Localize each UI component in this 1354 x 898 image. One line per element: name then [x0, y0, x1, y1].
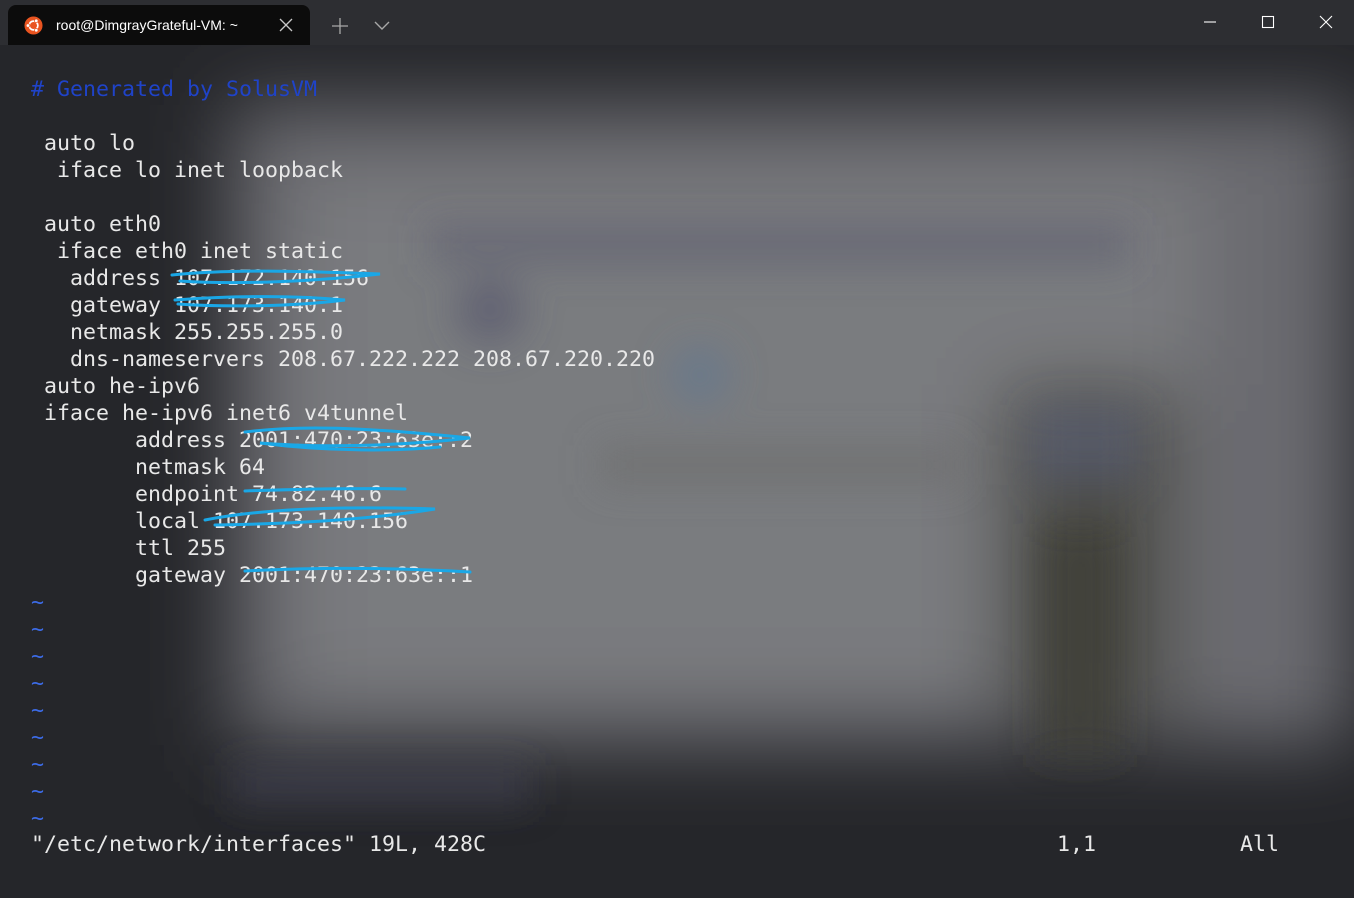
- close-window-button[interactable]: [1296, 0, 1354, 45]
- terminal-window: root@DimgrayGrateful-VM: ~ # Generated b…: [0, 0, 1354, 898]
- file-line: endpoint 74.82.46.6: [31, 482, 383, 507]
- file-line: iface he-ipv6 inet6 v4tunnel: [31, 401, 409, 426]
- scroll-position: All: [1240, 832, 1280, 857]
- empty-line-marker: ~: [31, 671, 45, 696]
- close-tab-icon[interactable]: [278, 17, 294, 33]
- file-line: ttl 255: [31, 536, 227, 561]
- ubuntu-logo-icon: [24, 16, 43, 35]
- file-line: auto lo: [31, 131, 136, 156]
- empty-line-marker: ~: [31, 644, 45, 669]
- empty-line-marker: ~: [31, 779, 45, 804]
- file-line: gateway 107.173.140.1: [31, 293, 344, 318]
- close-icon: [1319, 15, 1333, 29]
- file-line: iface lo inet loopback: [31, 158, 344, 183]
- file-content[interactable]: # Generated by SolusVM auto lo iface lo …: [31, 76, 655, 832]
- minimize-button[interactable]: [1180, 0, 1238, 45]
- empty-line-marker: ~: [31, 752, 45, 777]
- cursor-position: 1,1: [1057, 832, 1097, 857]
- empty-line-marker: ~: [31, 698, 45, 723]
- file-line: gateway 2001:470:23:63e::1: [31, 563, 474, 588]
- chevron-down-icon[interactable]: [368, 12, 396, 40]
- empty-line-marker: ~: [31, 590, 45, 615]
- file-line: local 107.173.140.156: [31, 509, 409, 534]
- maximize-icon: [1261, 15, 1275, 29]
- file-line: netmask 255.255.255.0: [31, 320, 344, 345]
- new-tab-plus-icon[interactable]: [326, 12, 354, 40]
- file-line: dns-nameservers 208.67.222.222 208.67.22…: [31, 347, 656, 372]
- file-line: auto eth0: [31, 212, 162, 237]
- status-file-info: "/etc/network/interfaces" 19L, 428C: [31, 832, 487, 857]
- file-line: auto he-ipv6: [31, 374, 201, 399]
- file-line: [31, 103, 655, 130]
- vim-status-line: "/etc/network/interfaces" 19L, 428C 1,1 …: [31, 831, 1291, 858]
- title-bar: root@DimgrayGrateful-VM: ~: [0, 0, 1354, 45]
- empty-line-marker: ~: [31, 725, 45, 750]
- empty-line-marker: ~: [31, 617, 45, 642]
- empty-line-marker: ~: [31, 806, 45, 831]
- minimize-icon: [1204, 21, 1216, 23]
- file-line: iface eth0 inet static: [31, 239, 344, 264]
- tab-title: root@DimgrayGrateful-VM: ~: [56, 17, 238, 33]
- file-line: netmask 64: [31, 455, 266, 480]
- file-line: [31, 184, 655, 211]
- file-line: address 2001:470:23:63e::2: [31, 428, 474, 453]
- maximize-button[interactable]: [1238, 0, 1296, 45]
- terminal-tab[interactable]: root@DimgrayGrateful-VM: ~: [8, 5, 310, 45]
- file-line: # Generated by SolusVM: [31, 77, 318, 102]
- file-line: address 107.172.140.156: [31, 266, 370, 291]
- terminal-body[interactable]: # Generated by SolusVM auto lo iface lo …: [0, 45, 1354, 898]
